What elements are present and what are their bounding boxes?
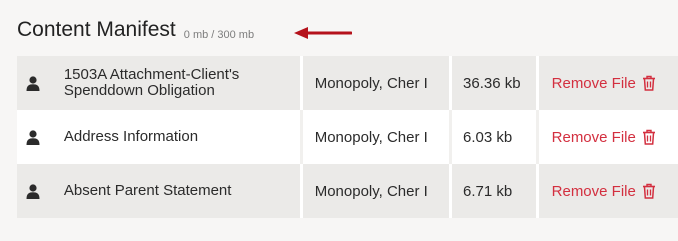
remove-file-button[interactable]: Remove File <box>539 164 678 218</box>
storage-quota: 0 mb / 300 mb <box>183 29 255 41</box>
person-icon <box>17 110 50 164</box>
file-name: Absent Parent Statement <box>63 182 232 199</box>
file-size: 36.36 kb <box>463 74 521 92</box>
person-icon <box>17 56 50 110</box>
file-owner: Monopoly, Cher I <box>314 74 428 92</box>
remove-file-label: Remove File <box>551 182 636 200</box>
file-owner: Monopoly, Cher I <box>314 128 428 146</box>
remove-file-button[interactable]: Remove File <box>539 56 678 110</box>
trash-icon <box>642 129 655 145</box>
remove-file-label: Remove File <box>551 74 636 92</box>
content-manifest-header: Content Manifest 0 mb / 300 mb <box>17 16 254 44</box>
file-name: Address Information <box>63 128 199 145</box>
trash-icon <box>642 75 655 91</box>
table-row: Address Information Monopoly, Cher I 6.0… <box>17 110 678 164</box>
file-name: 1503A Attachment-Client's Spenddown Obli… <box>63 66 240 99</box>
table-row: 1503A Attachment-Client's Spenddown Obli… <box>17 56 678 110</box>
arrow-left-icon <box>294 27 352 39</box>
table-row: Absent Parent Statement Monopoly, Cher I… <box>17 164 678 218</box>
trash-icon <box>642 183 655 199</box>
file-list: 1503A Attachment-Client's Spenddown Obli… <box>17 56 678 218</box>
page-title: Content Manifest <box>17 18 176 41</box>
remove-file-label: Remove File <box>551 128 636 146</box>
file-size: 6.03 kb <box>463 128 513 146</box>
person-icon <box>17 164 50 218</box>
file-owner: Monopoly, Cher I <box>314 182 428 200</box>
remove-file-button[interactable]: Remove File <box>539 110 678 164</box>
file-size: 6.71 kb <box>463 182 513 200</box>
